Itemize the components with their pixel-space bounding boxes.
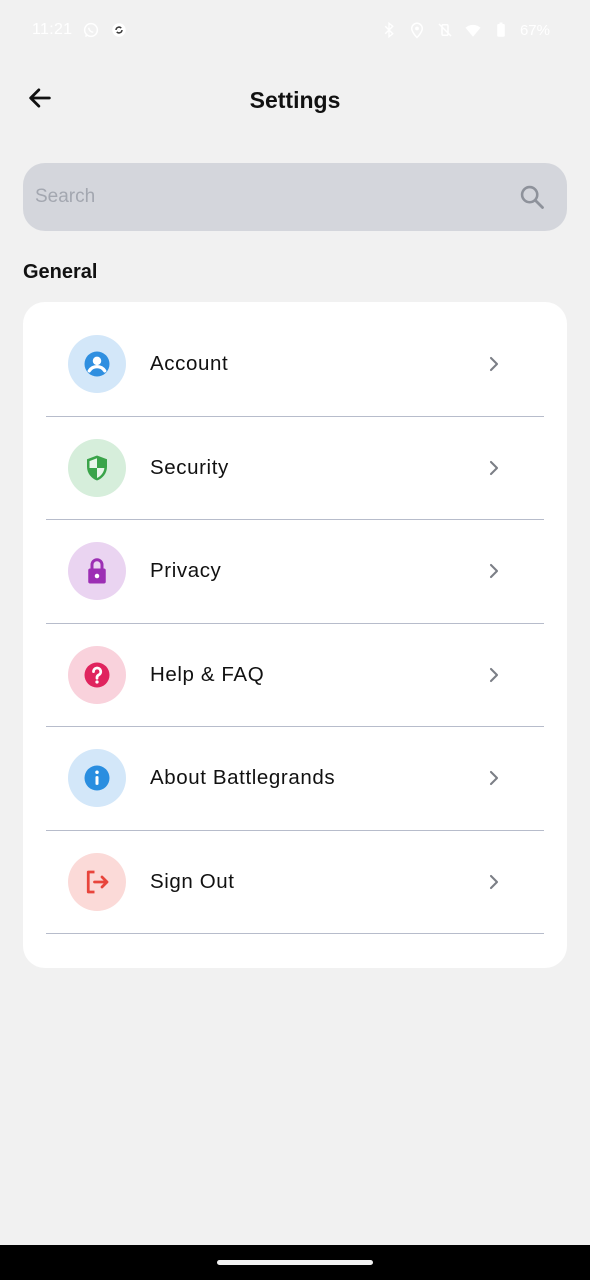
chevron-right-icon	[484, 665, 504, 685]
settings-card: Account Security Privacy Help & FAQ Abou…	[23, 302, 567, 968]
menu-label-account: Account	[150, 352, 229, 376]
battery-percent: 67%	[519, 21, 550, 39]
vibrate-off-icon	[436, 21, 454, 39]
section-label-general: General	[23, 261, 98, 283]
sign-out-icon	[68, 852, 126, 911]
wifi-icon	[464, 21, 482, 39]
menu-item-about[interactable]: About Battlegrands	[46, 727, 544, 831]
status-left: 11:21	[32, 21, 128, 39]
chevron-right-icon	[484, 561, 504, 581]
search-input[interactable]	[35, 186, 517, 208]
lock-icon	[68, 542, 126, 601]
chevron-right-icon	[484, 872, 504, 892]
bluetooth-icon	[380, 21, 398, 39]
sync-icon	[110, 21, 128, 39]
battery-icon	[492, 21, 510, 39]
menu-label-sign-out: Sign Out	[150, 869, 235, 893]
menu-label-help-faq: Help & FAQ	[150, 662, 265, 686]
chevron-right-icon	[484, 458, 504, 478]
page-title: Settings	[249, 86, 341, 113]
menu-item-help-faq[interactable]: Help & FAQ	[46, 624, 544, 727]
back-button[interactable]	[22, 82, 58, 118]
chevron-right-icon	[484, 354, 504, 374]
help-icon	[68, 645, 126, 704]
header: Settings	[0, 72, 590, 128]
menu-label-security: Security	[150, 455, 229, 479]
system-nav-bar	[0, 1245, 590, 1280]
location-icon	[408, 21, 426, 39]
chevron-right-icon	[484, 768, 504, 788]
arrow-left-icon	[26, 84, 54, 117]
menu-item-account[interactable]: Account	[46, 313, 544, 417]
menu-item-sign-out[interactable]: Sign Out	[46, 831, 544, 934]
menu-label-privacy: Privacy	[150, 559, 222, 583]
menu-item-security[interactable]: Security	[46, 417, 544, 520]
search-icon[interactable]	[517, 182, 547, 212]
info-icon	[68, 749, 126, 808]
status-time: 11:21	[32, 21, 73, 38]
status-right: 67%	[380, 21, 550, 39]
home-indicator[interactable]	[217, 1260, 373, 1265]
whatsapp-icon	[82, 21, 100, 39]
status-bar: 11:21 67%	[0, 0, 590, 60]
menu-label-about: About Battlegrands	[150, 766, 336, 790]
search-bar[interactable]	[23, 163, 567, 231]
menu-item-privacy[interactable]: Privacy	[46, 520, 544, 624]
shield-icon	[68, 438, 126, 497]
account-icon	[68, 335, 126, 394]
